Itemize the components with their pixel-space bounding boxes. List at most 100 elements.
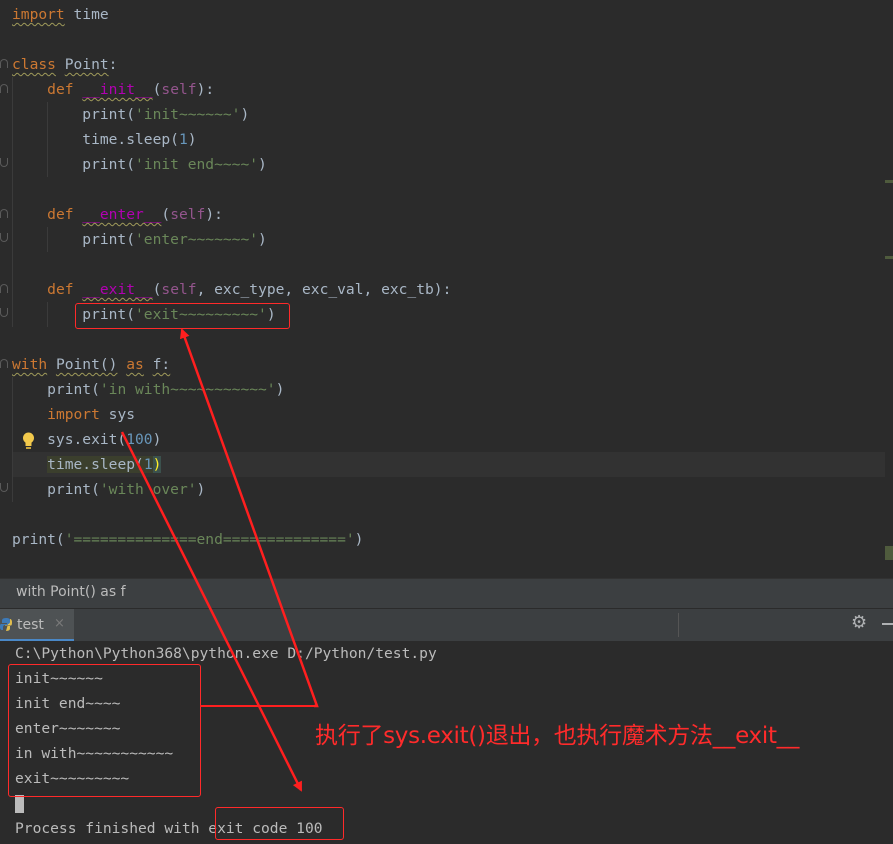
fold-marker-icon[interactable] bbox=[0, 158, 8, 167]
code-token: Point() bbox=[55, 356, 118, 373]
code-line[interactable]: print('in with~~~~~~~~~~~') bbox=[12, 377, 284, 402]
code-token: ) bbox=[258, 231, 267, 248]
highlight-box-console-output bbox=[8, 664, 201, 797]
code-line[interactable]: with Point() as f: bbox=[12, 352, 170, 377]
code-token: ) bbox=[196, 481, 206, 498]
tab-label: test bbox=[17, 617, 44, 633]
code-token: ): bbox=[196, 81, 215, 98]
code-token: time bbox=[64, 6, 109, 23]
divider bbox=[678, 613, 679, 637]
fold-marker-icon[interactable] bbox=[0, 308, 8, 317]
python-icon bbox=[0, 618, 12, 631]
code-line[interactable]: print('init end~~~~') bbox=[12, 152, 267, 177]
code-token: , exc_type, exc_val, exc_tb): bbox=[196, 281, 452, 298]
console-cursor[interactable] bbox=[15, 795, 24, 813]
fold-marker-icon[interactable] bbox=[0, 284, 8, 293]
highlight-box-exit-code bbox=[215, 807, 344, 840]
code-token: as bbox=[126, 356, 144, 373]
breadcrumb-label[interactable]: with Point() as f bbox=[16, 584, 126, 600]
code-token: 'with over' bbox=[99, 481, 197, 498]
minimize-icon[interactable] bbox=[882, 623, 893, 625]
code-line[interactable]: def __init__(self): bbox=[12, 77, 214, 102]
code-token: ) bbox=[240, 106, 250, 123]
code-token: def bbox=[47, 206, 74, 223]
fold-marker-icon[interactable] bbox=[0, 233, 8, 242]
code-token: 1 bbox=[143, 456, 153, 473]
code-token: __exit__ bbox=[82, 281, 153, 298]
code-token: import bbox=[47, 406, 100, 423]
code-token: sys bbox=[99, 406, 136, 423]
code-line[interactable]: time.sleep(1) bbox=[12, 452, 162, 477]
code-token: 'init end~~~~' bbox=[135, 156, 259, 173]
code-token: self bbox=[161, 281, 197, 298]
fold-marker-icon[interactable] bbox=[0, 359, 8, 368]
code-token: import bbox=[12, 6, 65, 23]
code-token: ) bbox=[187, 131, 197, 148]
code-token: Point bbox=[64, 56, 109, 73]
code-token: ) bbox=[152, 456, 162, 473]
code-line[interactable]: time.sleep(1) bbox=[12, 127, 197, 152]
code-editor[interactable]: import time class Point: def __init__(sel… bbox=[0, 0, 893, 578]
code-token: 'in with~~~~~~~~~~~' bbox=[99, 381, 276, 398]
code-token: print( bbox=[12, 381, 100, 398]
code-line[interactable]: print('init~~~~~~') bbox=[12, 102, 249, 127]
code-token: '==============end==============' bbox=[64, 531, 355, 548]
code-line[interactable]: def __enter__(self): bbox=[12, 202, 223, 227]
code-line[interactable]: print('enter~~~~~~~') bbox=[12, 227, 267, 252]
code-token: __enter__ bbox=[82, 206, 162, 223]
code-token: ) bbox=[354, 531, 364, 548]
code-token: self bbox=[161, 81, 197, 98]
code-line[interactable]: print('==============end==============') bbox=[12, 527, 363, 552]
code-token: def bbox=[47, 81, 74, 98]
code-token: sys.exit( bbox=[12, 431, 127, 448]
code-token: class bbox=[12, 56, 56, 73]
code-token: __init__ bbox=[82, 81, 153, 98]
fold-marker-icon[interactable] bbox=[0, 59, 8, 68]
code-token: f: bbox=[152, 356, 171, 373]
code-token: print( bbox=[12, 156, 136, 173]
code-token: print( bbox=[12, 231, 136, 248]
scrollbar-marker[interactable] bbox=[885, 256, 893, 259]
code-token: : bbox=[108, 56, 118, 73]
fold-marker-icon[interactable] bbox=[0, 483, 8, 492]
code-token: ) bbox=[275, 381, 285, 398]
fold-marker-icon[interactable] bbox=[0, 84, 8, 93]
code-token: ) bbox=[152, 431, 162, 448]
code-token: 100 bbox=[126, 431, 153, 448]
code-token: 'init~~~~~~' bbox=[135, 106, 241, 123]
code-token: time.sleep( bbox=[12, 131, 179, 148]
code-token: print( bbox=[12, 531, 65, 548]
code-token: ) bbox=[258, 156, 267, 173]
scrollbar-marker[interactable] bbox=[885, 546, 893, 560]
code-token: with bbox=[12, 356, 48, 373]
gear-icon[interactable]: ⚙ bbox=[851, 614, 869, 632]
scrollbar-marker[interactable] bbox=[885, 180, 893, 183]
code-line[interactable]: import time bbox=[12, 2, 109, 27]
code-line[interactable]: sys.exit(100) bbox=[12, 427, 161, 452]
code-line[interactable]: def __exit__(self, exc_type, exc_val, ex… bbox=[12, 277, 451, 302]
code-line[interactable]: import sys bbox=[12, 402, 135, 427]
highlight-box-exit-print bbox=[75, 303, 290, 329]
run-tool-window-header: test × bbox=[0, 608, 893, 642]
code-line[interactable]: print('with over') bbox=[12, 477, 205, 502]
close-icon[interactable]: × bbox=[54, 616, 65, 631]
fold-marker-icon[interactable] bbox=[0, 209, 8, 218]
code-token: time.sleep( bbox=[47, 456, 144, 473]
code-token: 1 bbox=[178, 131, 188, 148]
tab-test[interactable]: test × bbox=[0, 609, 74, 642]
console-command: C:\Python\Python368\python.exe D:/Python… bbox=[15, 645, 437, 662]
breadcrumb[interactable]: with Point() as f bbox=[0, 578, 893, 608]
code-token: def bbox=[47, 281, 74, 298]
code-line[interactable]: class Point: bbox=[12, 52, 117, 77]
